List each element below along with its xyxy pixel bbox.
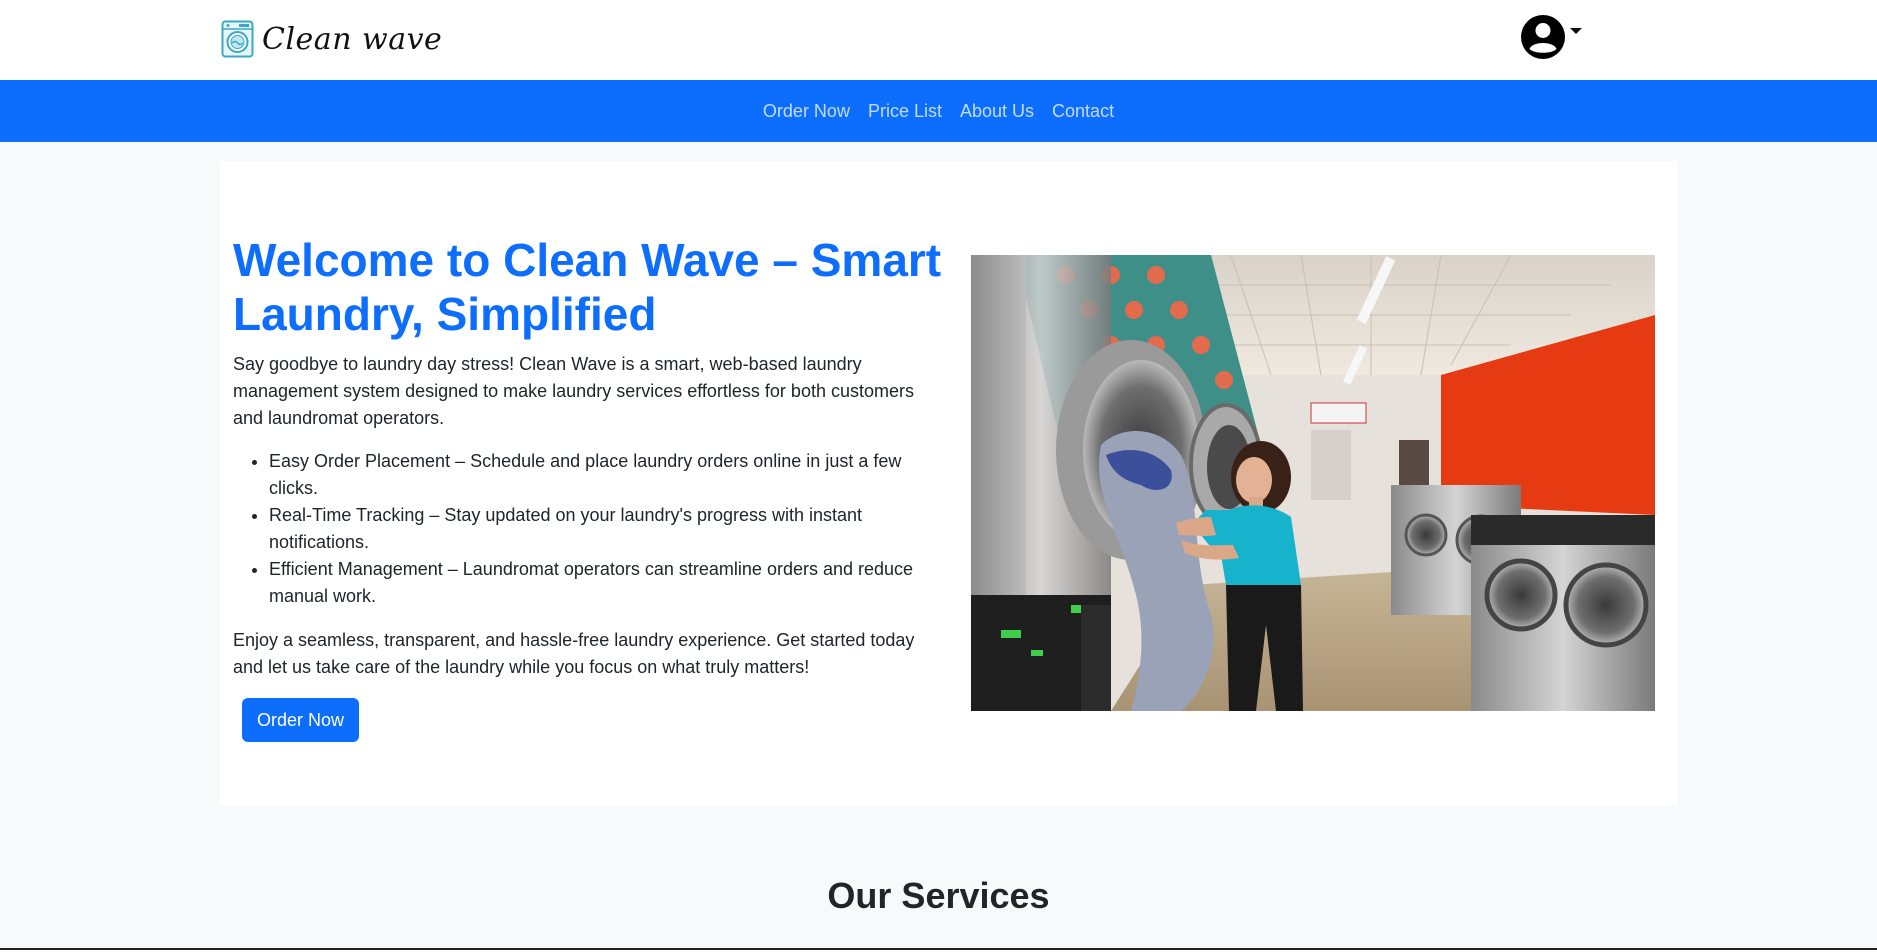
hero-outro: Enjoy a seamless, transparent, and hassl… — [233, 630, 915, 677]
page-bottom-border — [0, 948, 1877, 950]
chevron-down-icon — [1570, 28, 1582, 34]
feature-item-tracking: Real-Time Tracking – Stay updated on you… — [269, 502, 945, 556]
services-title: Our Services — [827, 875, 1050, 916]
brand[interactable]: Clean wave — [221, 18, 442, 60]
nav-item-order-now[interactable]: Order Now — [763, 101, 850, 122]
user-circle-icon — [1520, 14, 1566, 60]
laundromat-photo — [971, 255, 1655, 711]
nav-item-price-list[interactable]: Price List — [868, 101, 942, 122]
feature-item-order-placement: Easy Order Placement – Schedule and plac… — [269, 448, 945, 502]
feature-list: Easy Order Placement – Schedule and plac… — [233, 448, 945, 610]
user-menu-dropdown[interactable] — [1520, 14, 1582, 60]
washing-machine-logo-icon — [221, 20, 254, 58]
hero-title: Welcome to Clean Wave – Smart Laundry, S… — [233, 234, 942, 340]
hero-text: Welcome to Clean Wave – Smart Laundry, S… — [233, 233, 945, 742]
nav-links: Order Now Price List About Us Contact — [763, 101, 1114, 122]
order-now-button[interactable]: Order Now — [242, 698, 360, 742]
nav-item-about-us[interactable]: About Us — [960, 101, 1034, 122]
main-navbar: Order Now Price List About Us Contact — [0, 80, 1877, 142]
top-header: Clean wave — [0, 0, 1877, 80]
feature-item-management: Efficient Management – Laundromat operat… — [269, 556, 945, 610]
hero-intro: Say goodbye to laundry day stress! Clean… — [233, 354, 914, 428]
hero-section: Welcome to Clean Wave – Smart Laundry, S… — [220, 161, 1677, 806]
bottom-divider — [0, 948, 1877, 952]
nav-item-contact[interactable]: Contact — [1052, 101, 1114, 122]
brand-name: Clean wave — [262, 21, 443, 57]
